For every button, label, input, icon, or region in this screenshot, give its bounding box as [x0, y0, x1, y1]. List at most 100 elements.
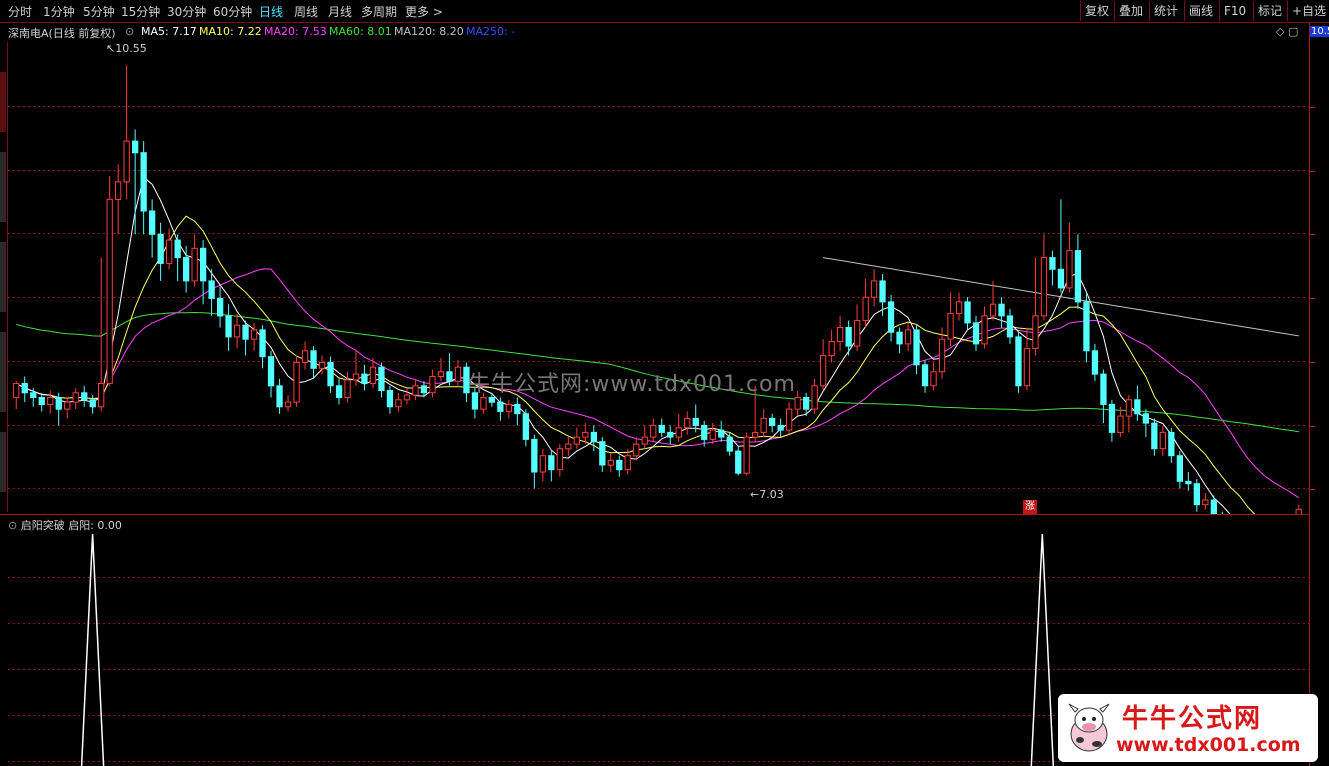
- ma-info-line: 深南电A(日线 前复权) ⊙ MA5: 7.17 MA10: 7.22 MA20…: [0, 23, 1329, 41]
- candle-down: [89, 399, 96, 408]
- candle-down: [964, 301, 971, 324]
- candle-down: [998, 303, 1005, 317]
- draw-line-button[interactable]: 画线: [1184, 1, 1217, 21]
- axis-tick: [1309, 106, 1315, 108]
- candle-up: [395, 399, 402, 408]
- candle-down: [1185, 480, 1192, 485]
- candle-up: [930, 371, 937, 387]
- candle-up: [505, 403, 513, 412]
- candle-up: [837, 327, 844, 342]
- candle-up: [1066, 250, 1073, 289]
- candle-up: [115, 181, 122, 200]
- axis-tick: [1309, 233, 1315, 235]
- stock-name[interactable]: 深南电A(日线 前复权): [8, 25, 116, 41]
- candle-down: [972, 322, 980, 345]
- candle-up: [786, 408, 793, 431]
- candle-down: [335, 385, 343, 398]
- diamond-icon[interactable]: ◇: [1276, 25, 1284, 38]
- ma5-line: [15, 176, 1231, 514]
- candle-down: [140, 152, 147, 212]
- candle-up: [1023, 348, 1031, 387]
- candle-up: [938, 338, 946, 373]
- add-watchlist-button[interactable]: +自选: [1287, 1, 1329, 21]
- candle-up: [743, 436, 750, 474]
- candle-up: [828, 341, 835, 356]
- fuquan-button[interactable]: 复权: [1080, 1, 1113, 21]
- cow-mascot-icon: [1068, 703, 1110, 752]
- period-tab-month[interactable]: 月线: [328, 3, 352, 20]
- candle-up: [47, 397, 54, 405]
- side-tab[interactable]: [0, 432, 6, 492]
- candle-down: [514, 403, 521, 415]
- period-tab-more[interactable]: 更多 >: [405, 3, 443, 20]
- ma250-value: MA250: -: [466, 25, 516, 38]
- candle-up: [752, 431, 759, 438]
- candle-down: [548, 455, 555, 471]
- candle-up: [811, 385, 818, 410]
- candle-down: [718, 429, 725, 438]
- candle-down: [1108, 403, 1116, 433]
- candle-down: [386, 390, 394, 408]
- candle-down: [896, 331, 903, 345]
- candle-down: [667, 431, 674, 438]
- candle-down: [1142, 413, 1149, 424]
- candle-down: [531, 438, 538, 473]
- candle-down: [1100, 373, 1107, 405]
- ma5-value: MA5: 7.17: [141, 25, 197, 38]
- watermark-logo-url: www.tdx001.com: [1116, 734, 1301, 756]
- candle-up: [904, 329, 912, 345]
- candle-up: [1202, 499, 1209, 506]
- side-tab[interactable]: [0, 152, 6, 222]
- window-icon[interactable]: ▢: [1288, 25, 1298, 38]
- candlestick-chart[interactable]: [8, 42, 1309, 514]
- side-tab[interactable]: [0, 242, 6, 312]
- period-tab-5min[interactable]: 5分钟: [83, 3, 115, 20]
- period-tab-30min[interactable]: 30分钟: [167, 3, 206, 20]
- candle-down: [726, 436, 733, 452]
- side-tab[interactable]: [0, 72, 6, 132]
- period-tab-60min[interactable]: 60分钟: [213, 3, 252, 20]
- candle-up: [191, 247, 198, 282]
- candle-down: [1168, 431, 1175, 457]
- candle-up: [1117, 415, 1124, 433]
- candle-down: [1176, 455, 1183, 482]
- candle-up: [539, 455, 547, 473]
- overlay-button[interactable]: 叠加: [1114, 1, 1147, 21]
- candle-up: [684, 417, 691, 429]
- watermark-logo: 牛牛公式网 www.tdx001.com: [1058, 694, 1318, 762]
- left-side-strip: [0, 42, 8, 512]
- period-tab-fenshi[interactable]: 分时: [8, 3, 32, 20]
- candle-up: [13, 383, 20, 398]
- stats-button[interactable]: 统计: [1149, 1, 1182, 21]
- candle-up: [429, 376, 436, 394]
- candle-down: [38, 397, 45, 405]
- candle-down: [1006, 315, 1014, 338]
- candle-up: [981, 315, 988, 345]
- candle-down: [845, 327, 852, 347]
- candle-down: [149, 210, 156, 235]
- period-tab-1min[interactable]: 1分钟: [43, 3, 75, 20]
- f10-button[interactable]: F10: [1219, 1, 1250, 21]
- candle-up: [607, 459, 615, 466]
- candle-up: [1032, 315, 1039, 349]
- candle-down: [208, 280, 215, 299]
- period-tab-week[interactable]: 周线: [294, 3, 318, 20]
- candle-down: [497, 401, 504, 412]
- candle-down: [769, 417, 776, 426]
- candle-down: [1074, 250, 1082, 303]
- candle-up: [123, 140, 130, 183]
- candle-up: [854, 320, 861, 347]
- candle-up: [318, 362, 326, 369]
- candle-up: [106, 198, 113, 384]
- watermark-logo-cn: 牛牛公式网: [1122, 704, 1263, 734]
- mark-button[interactable]: 标记: [1253, 1, 1286, 21]
- side-tab[interactable]: [0, 332, 6, 412]
- candle-down: [1193, 483, 1200, 506]
- period-tab-15min[interactable]: 15分钟: [121, 3, 160, 20]
- period-tab-multi[interactable]: 多周期: [361, 3, 397, 20]
- candle-up: [989, 303, 997, 317]
- axis-tick: [1309, 297, 1315, 299]
- candle-down: [913, 329, 920, 366]
- period-tab-day[interactable]: 日线: [259, 3, 283, 20]
- dropdown-icon[interactable]: ⊙: [125, 25, 134, 38]
